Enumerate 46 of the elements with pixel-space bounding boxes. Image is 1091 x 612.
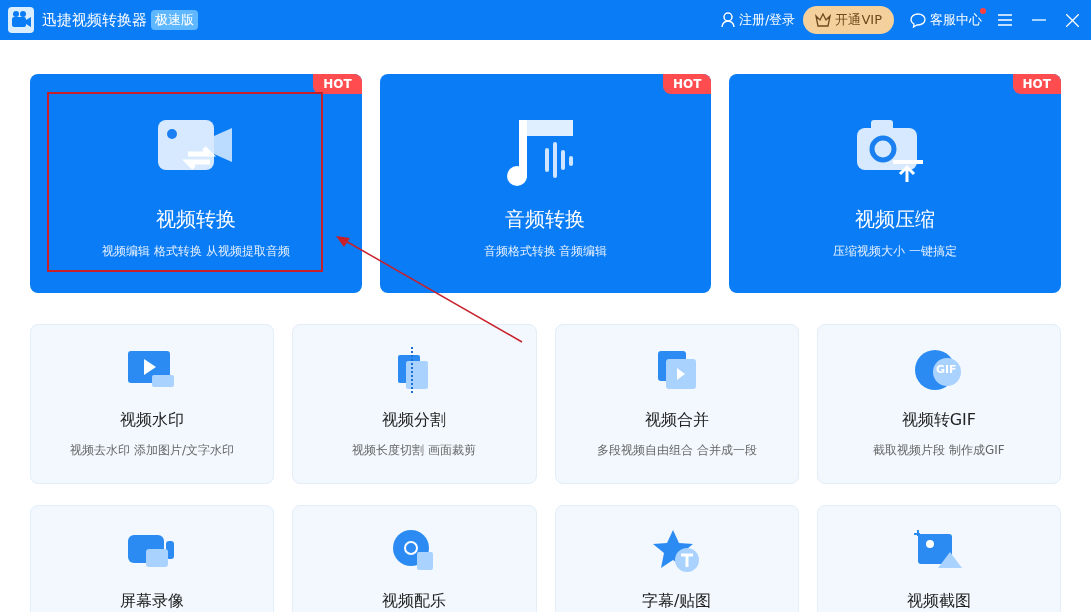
edition-tag: 极速版 [151,10,198,30]
user-icon [721,12,736,28]
card-description: 多段视频自由组合 合并成一段 [596,442,757,459]
card-description: 截取视频片段 制作成GIF [873,442,1005,459]
crown-icon [815,13,832,27]
tool-card[interactable]: 视频配乐 [292,505,537,612]
card-title: 视频配乐 [382,592,447,610]
card-description: 视频长度切割 画面裁剪 [352,442,477,459]
tool-card[interactable]: GIF 视频转GIF 截取视频片段 制作成GIF [816,324,1061,484]
card-title: 屏幕录像 [120,592,185,610]
card-description: 视频去水印 添加图片/文字水印 [70,442,235,459]
card-title: 字幕/贴图 [641,592,712,610]
hot-badge: HOT [1012,74,1061,94]
star-t-icon [652,528,701,574]
chat-bubble-icon [910,12,926,28]
tool-card[interactable]: 字幕/贴图 [554,505,799,612]
camera-logo-icon [8,7,34,33]
tool-card[interactable]: 视频水印 视频去水印 添加图片/文字水印 [30,324,275,484]
card-description: 音频格式转换 音频编辑 [483,243,608,260]
tool-card[interactable]: HOT 视频转换 视频编辑 格式转换 从视频提取音频 [30,74,362,293]
gif-label: GIF [935,364,957,375]
card-title: 视频合并 [644,411,709,429]
tool-card[interactable]: 视频截图 [816,505,1061,612]
card-title: 视频转换 [155,206,236,233]
support-button[interactable]: 客服中心 [910,10,982,30]
vip-button[interactable]: 开通VIP [803,6,894,34]
card-title: 视频转GIF [901,411,977,429]
tool-card[interactable]: HOT 视频压缩 压缩视频大小 一键搞定 [729,74,1061,293]
card-title: 视频压缩 [855,206,936,233]
hot-badge: HOT [313,74,362,94]
tool-card[interactable]: 屏幕录像 [30,505,275,612]
card-description: 视频编辑 格式转换 从视频提取音频 [102,243,290,260]
hot-badge: HOT [662,74,712,94]
window-title: 迅捷视频转换器 [42,9,147,31]
card-description: 压缩视频大小 一键搞定 [833,243,958,260]
card-title: 视频分割 [382,411,447,429]
menu-icon[interactable] [998,14,1012,26]
stacked-play-icon [655,349,698,391]
card-title: 音频转换 [505,206,586,233]
card-title: 视频水印 [120,411,185,429]
card-title: 视频截图 [906,592,971,610]
close-icon[interactable] [1066,13,1079,27]
tool-card[interactable]: 视频合并 多段视频自由组合 合并成一段 [554,324,799,484]
login-button[interactable]: 注册/登录 [721,10,796,30]
tool-card[interactable]: 视频分割 视频长度切割 画面裁剪 [292,324,537,484]
tool-card[interactable]: HOT 音频转换 音频格式转换 音频编辑 [379,74,712,293]
